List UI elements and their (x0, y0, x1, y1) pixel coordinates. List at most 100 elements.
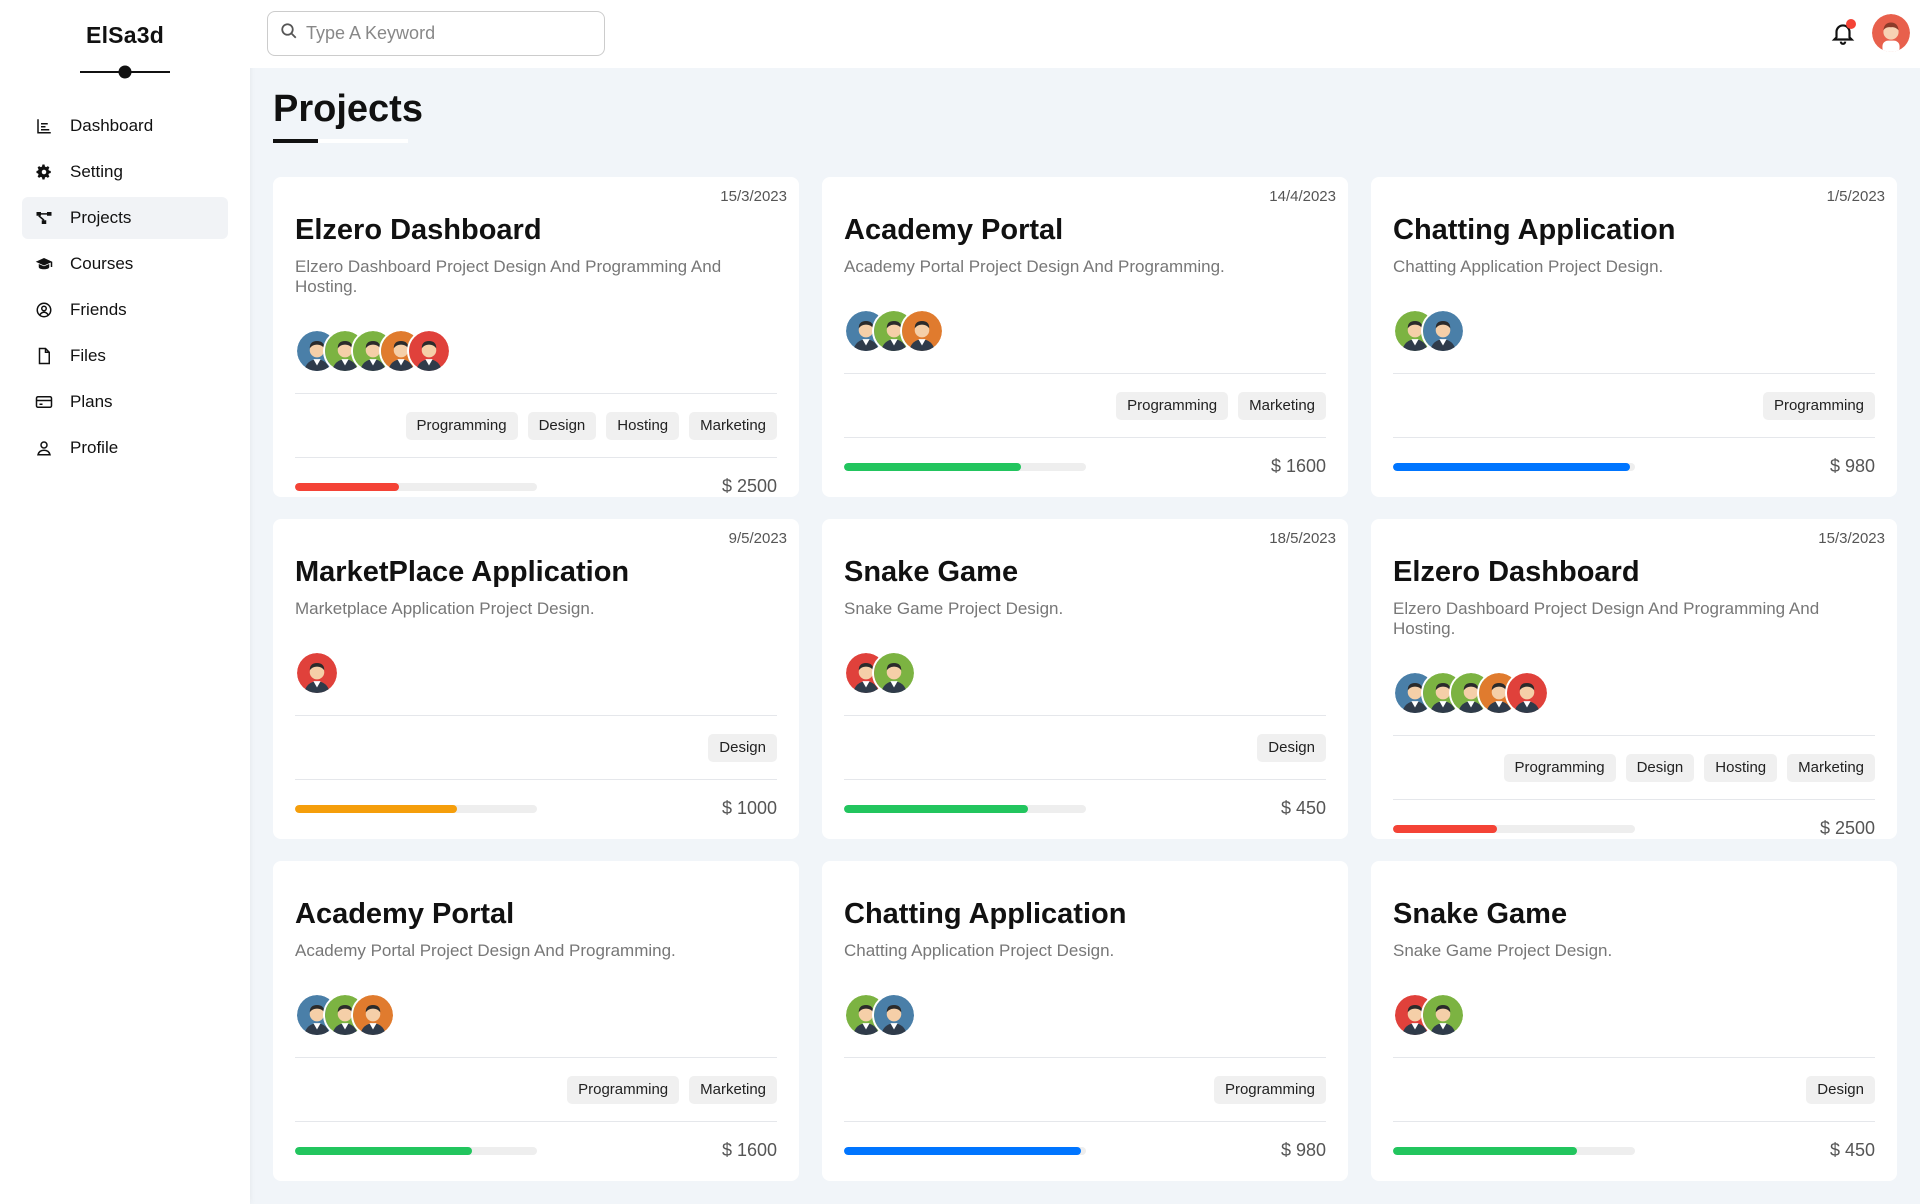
team-member-avatar[interactable] (900, 309, 944, 353)
search-input[interactable] (306, 23, 586, 44)
projects-grid: 15/3/2023 Elzero Dashboard Elzero Dashboar… (273, 177, 1897, 1181)
project-description: Snake Game Project Design. (844, 599, 1064, 618)
project-tags: Programming (1393, 392, 1875, 420)
progress-bar (295, 1146, 537, 1155)
project-description: Marketplace Application Project Design. (295, 599, 595, 618)
project-card[interactable]: Chatting Application Chatting Application… (822, 861, 1348, 1181)
tag[interactable]: Design (1625, 754, 1695, 782)
user-circle-icon (34, 300, 54, 320)
team-member-avatar[interactable] (351, 993, 395, 1037)
divider (1393, 437, 1875, 438)
team-member-avatar[interactable] (872, 993, 916, 1037)
divider (1393, 735, 1875, 736)
tag[interactable]: Design (527, 412, 597, 440)
project-description: Snake Game Project Design. (1393, 941, 1613, 960)
team-member-avatar[interactable] (1421, 993, 1465, 1037)
project-date: 15/3/2023 (720, 188, 787, 205)
sidebar-item-label: Projects (70, 208, 132, 227)
team-avatars (1393, 309, 1875, 353)
search-box[interactable] (267, 11, 605, 56)
user-icon (34, 438, 54, 458)
team-member-avatar[interactable] (872, 651, 916, 695)
divider (295, 779, 777, 780)
tag[interactable]: Programming (1762, 392, 1875, 420)
notification-button[interactable] (1830, 19, 1858, 50)
team-member-avatar[interactable] (1421, 309, 1465, 353)
sidebar-item-files[interactable]: Files (22, 335, 228, 377)
project-card[interactable]: 1/5/2023 Chatting Application Chatting App… (1371, 177, 1897, 497)
progress-bar (295, 482, 537, 491)
project-price: $ 2500 (1819, 818, 1875, 838)
project-card[interactable]: 15/3/2023 Elzero Dashboard Elzero Dashboar… (273, 177, 799, 497)
project-card[interactable]: 14/4/2023 Academy Portal Academy Portal Pr… (822, 177, 1348, 497)
project-tags: Design (295, 734, 777, 762)
project-price: $ 1000 (721, 798, 777, 818)
project-card[interactable]: Academy Portal Academy Portal Project Des… (273, 861, 799, 1181)
top-header (250, 0, 1920, 68)
tag[interactable]: Programming (405, 412, 518, 440)
tag[interactable]: Marketing (689, 412, 777, 440)
project-card[interactable]: 15/3/2023 Elzero Dashboard Elzero Dashboar… (1371, 519, 1897, 839)
page-title-underline (273, 139, 408, 143)
tag[interactable]: Design (708, 734, 777, 762)
progress-fill (1393, 462, 1631, 471)
user-avatar[interactable] (1872, 14, 1910, 52)
progress-fill (1393, 824, 1498, 833)
team-member-avatar[interactable] (295, 651, 339, 695)
progress-fill (295, 804, 458, 813)
tag[interactable]: Programming (1116, 392, 1229, 420)
sidebar-item-friends[interactable]: Friends (22, 289, 228, 331)
team-member-avatar[interactable] (1505, 671, 1549, 715)
team-avatars (295, 651, 777, 695)
project-description: Elzero Dashboard Project Design And Prog… (295, 257, 722, 296)
progress-bar (1393, 462, 1635, 471)
progress-fill (844, 462, 1021, 471)
sidebar-item-profile[interactable]: Profile (22, 427, 228, 469)
project-title: Elzero Dashboard (1393, 556, 1640, 588)
project-date: 14/4/2023 (1269, 188, 1336, 205)
project-title: Snake Game (844, 556, 1019, 588)
project-title: Academy Portal (295, 898, 515, 930)
divider (1393, 799, 1875, 800)
divider (1393, 373, 1875, 374)
project-description: Academy Portal Project Design And Progra… (844, 257, 1225, 276)
file-icon (34, 346, 54, 366)
divider (295, 715, 777, 716)
chart-icon (34, 116, 54, 136)
project-card[interactable]: 18/5/2023 Snake Game Snake Game Project De… (822, 519, 1348, 839)
tag[interactable]: Hosting (1704, 754, 1778, 782)
team-member-avatar[interactable] (407, 329, 451, 373)
project-card[interactable]: Snake Game Snake Game Project Design. Desi… (1371, 861, 1897, 1181)
tag[interactable]: Programming (1213, 1076, 1326, 1104)
project-card[interactable]: 9/5/2023 MarketPlace Application Marketpla… (273, 519, 799, 839)
divider (1393, 1057, 1875, 1058)
progress-bar (1393, 1146, 1635, 1155)
tag[interactable]: Marketing (1238, 392, 1326, 420)
sidebar-item-courses[interactable]: Courses (22, 243, 228, 285)
sidebar-item-label: Profile (70, 438, 119, 457)
tag[interactable]: Hosting (606, 412, 680, 440)
tag[interactable]: Programming (567, 1076, 680, 1104)
project-date: 18/5/2023 (1269, 530, 1336, 547)
sidebar-item-setting[interactable]: Setting (22, 151, 228, 193)
progress-bar (844, 462, 1086, 471)
team-avatars (1393, 671, 1875, 715)
tag[interactable]: Marketing (1787, 754, 1875, 782)
sidebar-item-dashboard[interactable]: Dashboard (22, 105, 228, 147)
project-price: $ 1600 (721, 1140, 777, 1160)
tag[interactable]: Design (1257, 734, 1326, 762)
tag[interactable]: Marketing (689, 1076, 777, 1104)
sidebar-item-projects[interactable]: Projects (22, 197, 228, 239)
progress-fill (1393, 1146, 1577, 1155)
bell-icon (1830, 24, 1856, 50)
notification-dot (1846, 19, 1856, 29)
tag[interactable]: Design (1806, 1076, 1875, 1104)
project-price: $ 1600 (1270, 456, 1326, 476)
tag[interactable]: Programming (1503, 754, 1616, 782)
team-avatars (295, 329, 777, 373)
sidebar-item-plans[interactable]: Plans (22, 381, 228, 423)
progress-fill (844, 1146, 1082, 1155)
divider (844, 715, 1326, 716)
project-price: $ 2500 (721, 476, 777, 496)
divider (1393, 1121, 1875, 1122)
